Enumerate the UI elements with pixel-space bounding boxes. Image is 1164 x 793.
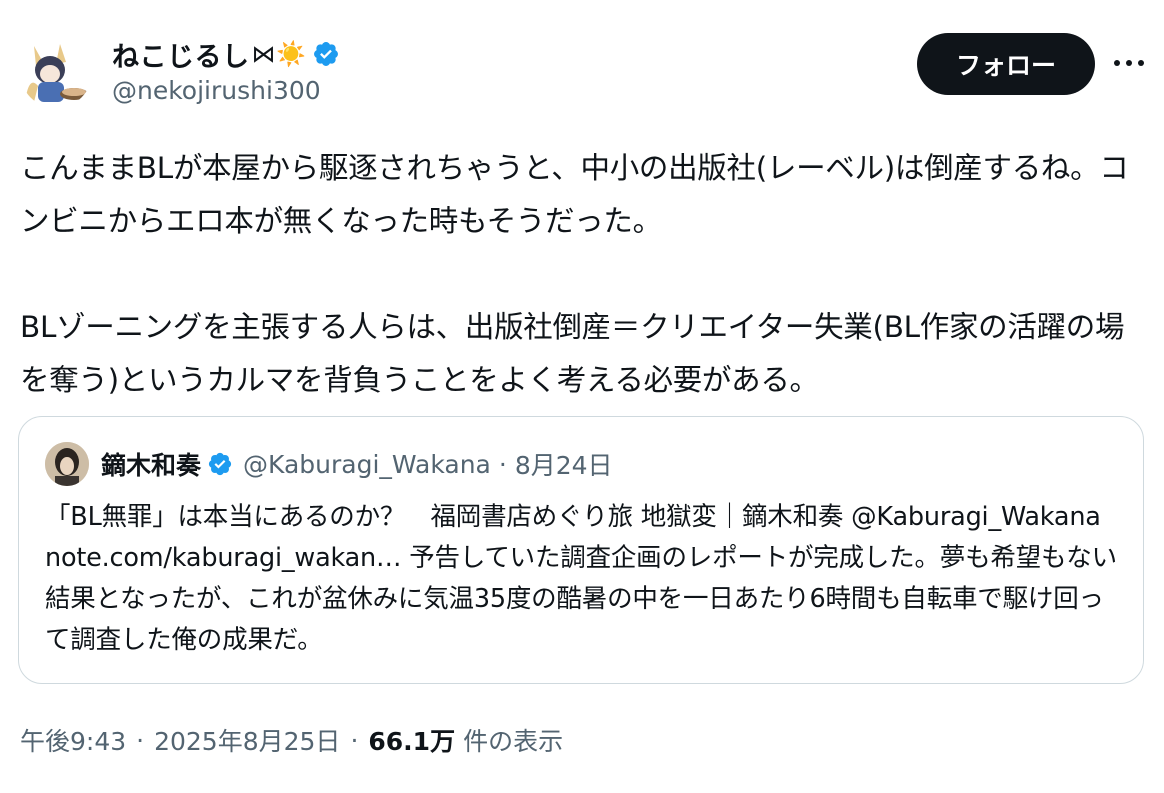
author-names: ねこじるし ⋈☀️ @nekojirushi300 — [112, 34, 340, 105]
views-label: 件の表示 — [463, 727, 564, 756]
display-name[interactable]: ねこじるし — [112, 35, 250, 74]
author-handle[interactable]: @nekojirushi300 — [112, 76, 340, 105]
tweet-text: こんままBLが本屋から駆逐されちゃうと、中小の出版社(レーベル)は倒産するね。コ… — [20, 151, 1129, 397]
quoted-tweet[interactable]: 鏑木和奏 @Kaburagi_Wakana · 8月24日 「BL無罪」は本当に… — [18, 416, 1144, 684]
quoted-tweet-header: 鏑木和奏 @Kaburagi_Wakana · 8月24日 — [45, 441, 613, 487]
quoted-date[interactable]: 8月24日 — [515, 446, 613, 482]
follow-button[interactable]: フォロー — [917, 33, 1095, 95]
meta-separator: · — [350, 725, 359, 755]
name-emoji: ⋈☀️ — [251, 40, 307, 68]
quoted-display-name[interactable]: 鏑木和奏 — [101, 446, 201, 482]
quoted-separator: · — [498, 449, 507, 479]
quoted-tweet-text: 「BL無罪」は本当にあるのか？ 福岡書店めぐり旅 地獄変｜鏑木和奏 @Kabur… — [45, 502, 1117, 655]
tweet-meta: 午後9:43 · 2025年8月25日 · 66.1万 件の表示 — [20, 720, 563, 760]
quoted-handle[interactable]: @Kaburagi_Wakana — [243, 450, 491, 479]
more-horizontal-icon[interactable] — [1114, 54, 1144, 74]
tweet-time[interactable]: 午後9:43 — [20, 722, 126, 758]
verified-badge-icon[interactable] — [312, 40, 340, 68]
views-count: 66.1万 — [368, 727, 456, 756]
meta-separator: · — [136, 725, 145, 755]
quoted-avatar[interactable] — [45, 442, 89, 486]
quoted-verified-badge-icon[interactable] — [207, 451, 233, 477]
avatar[interactable] — [20, 36, 92, 108]
tweet-date[interactable]: 2025年8月25日 — [154, 722, 340, 758]
display-name-row: ねこじるし ⋈☀️ — [112, 34, 340, 74]
tweet-header: ねこじるし ⋈☀️ @nekojirushi300 フォロー — [20, 30, 1144, 120]
